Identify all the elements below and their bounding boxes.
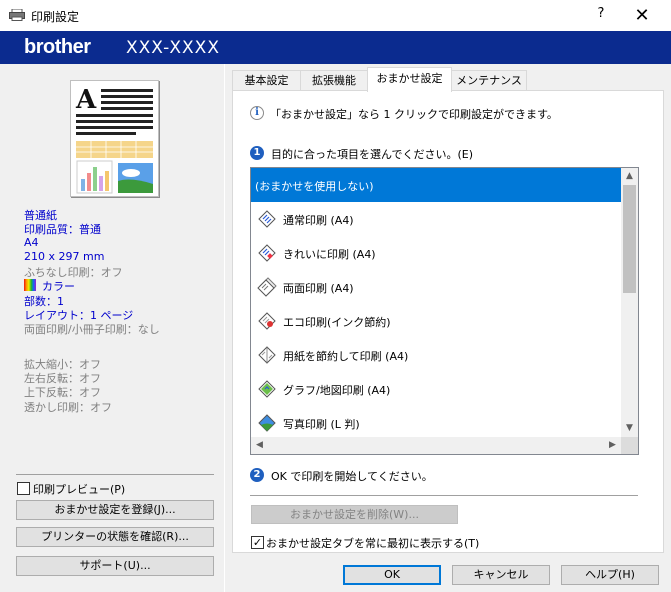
step-one-icon: 1: [250, 146, 264, 160]
left-divider: [16, 474, 214, 475]
summary-color: カラー: [42, 280, 75, 293]
close-icon[interactable]: ✕: [630, 4, 654, 28]
panel-divider: [250, 495, 638, 496]
cancel-button[interactable]: キャンセル: [452, 565, 550, 585]
summary-paper-size: A4: [24, 236, 39, 249]
list-item[interactable]: 通常印刷 (A4): [251, 202, 621, 236]
summary-watermark: 透かし印刷：オフ: [24, 401, 112, 414]
ok-button[interactable]: OK: [343, 565, 441, 585]
summary-reverse: 上下反転：オフ: [24, 386, 101, 399]
graph-map-icon: [258, 380, 276, 398]
photo-print-icon: [258, 414, 276, 432]
delete-preset-button[interactable]: おまかせ設定を削除(W)...: [251, 505, 458, 524]
tab-maintenance[interactable]: メンテナンス: [451, 70, 527, 90]
list-item-label: エコ印刷(インク節約): [283, 316, 391, 329]
list-item[interactable]: きれいに印刷 (A4): [251, 236, 621, 270]
svg-text:A: A: [75, 85, 97, 115]
scroll-right-icon[interactable]: ▶: [604, 437, 621, 454]
printer-icon: [9, 9, 25, 21]
printer-model: XXX-XXXX: [126, 38, 220, 58]
list-item-label: グラフ/地図印刷 (A4): [283, 384, 391, 397]
step-two-icon: 2: [250, 468, 264, 482]
brand-logo: brother: [24, 36, 91, 58]
info-icon: i: [250, 106, 264, 120]
step-two-text: OK で印刷を開始してください。: [271, 470, 433, 483]
document-print-icon: [258, 210, 276, 228]
summary-duplex: 両面印刷/小冊子印刷：なし: [24, 323, 160, 336]
fine-print-icon: [258, 244, 276, 262]
always-show-label: おまかせ設定タブを常に最初に表示する(T): [266, 537, 480, 550]
info-text: 「おまかせ設定」なら 1 クリックで印刷設定ができます。: [270, 108, 558, 121]
brand-banner: [0, 31, 671, 64]
tab-advanced[interactable]: 拡張機能: [300, 70, 368, 90]
window-title: 印刷設定: [31, 10, 80, 24]
help-button[interactable]: ヘルプ(H): [561, 565, 659, 585]
title-bar: [0, 0, 671, 31]
horizontal-scrollbar[interactable]: [251, 437, 621, 454]
duplex-print-icon: [257, 277, 277, 297]
scroll-left-icon[interactable]: ◀: [251, 437, 268, 454]
scroll-thumb[interactable]: [623, 185, 636, 293]
color-icon: [24, 279, 36, 291]
support-button[interactable]: サポート(U)...: [16, 556, 214, 576]
scroll-up-icon[interactable]: ▲: [621, 168, 638, 185]
paper-save-icon: [258, 346, 276, 364]
list-item-label: 両面印刷 (A4): [283, 282, 354, 295]
summary-dimensions: 210 x 297 mm: [24, 250, 105, 263]
scroll-down-icon[interactable]: ▼: [621, 420, 638, 437]
list-item[interactable]: 写真印刷 (L 判): [251, 406, 621, 440]
list-item-label: 用紙を節約して印刷 (A4): [283, 350, 409, 363]
list-item[interactable]: 用紙を節約して印刷 (A4): [251, 338, 621, 372]
list-item[interactable]: (おまかせを使用しない): [251, 168, 621, 202]
summary-quality: 印刷品質：普通: [24, 223, 101, 236]
tab-basic[interactable]: 基本設定: [232, 70, 301, 90]
scroll-corner: [621, 437, 638, 454]
list-item[interactable]: エコ印刷(インク節約): [251, 304, 621, 338]
list-item-label: 通常印刷 (A4): [283, 214, 354, 227]
preset-list[interactable]: (おまかせを使用しない) 通常印刷 (A4) きれいに印刷 (A4) 両面印刷 …: [250, 167, 639, 455]
page-preview: A: [70, 80, 159, 197]
register-preset-button[interactable]: おまかせ設定を登録(J)...: [16, 500, 214, 520]
print-preview-label: 印刷プレビュー(P): [33, 483, 126, 496]
always-show-checkbox[interactable]: ✓: [251, 536, 264, 549]
list-item[interactable]: 両面印刷 (A4): [251, 270, 621, 304]
list-item[interactable]: グラフ/地図印刷 (A4): [251, 372, 621, 406]
printer-status-button[interactable]: プリンターの状態を確認(R)...: [16, 527, 214, 547]
step-one-text: 目的に合った項目を選んでください。(E): [271, 148, 473, 161]
print-preview-checkbox[interactable]: [17, 482, 30, 495]
help-title-button[interactable]: ?: [592, 6, 610, 26]
document-preview-icon: A: [75, 85, 153, 194]
tab-quick-settings[interactable]: おまかせ設定: [367, 67, 452, 92]
list-item-label: (おまかせを使用しない): [255, 180, 374, 193]
eco-print-icon: [258, 312, 276, 330]
list-item-label: 写真印刷 (L 判): [283, 418, 360, 431]
list-item-label: きれいに印刷 (A4): [283, 248, 376, 261]
